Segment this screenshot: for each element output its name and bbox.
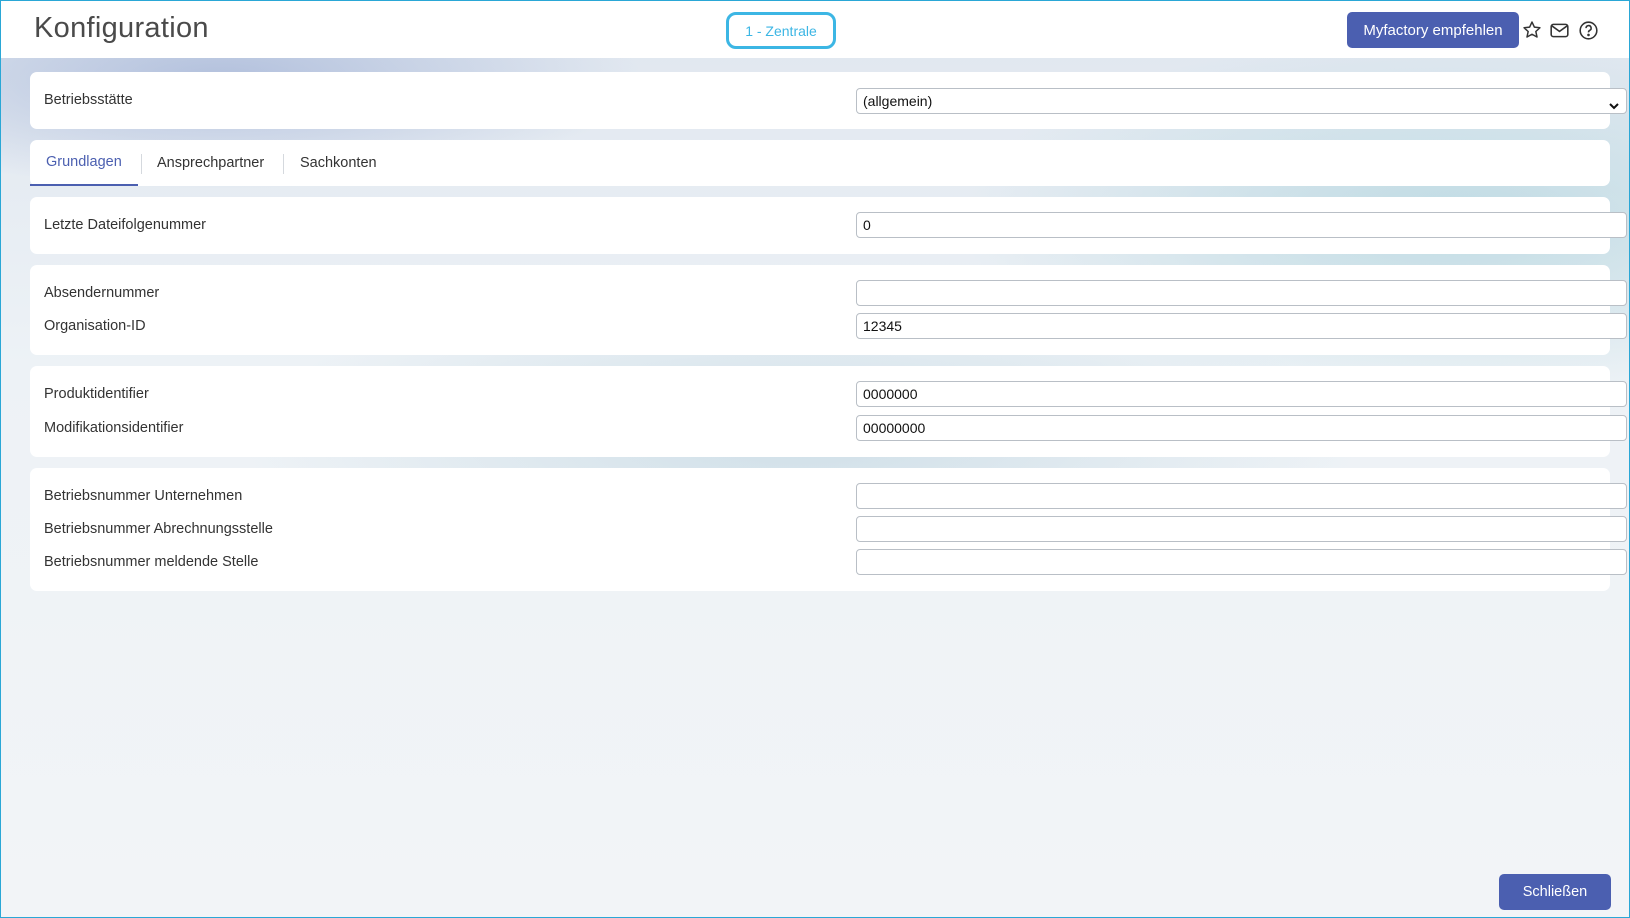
absender-card: Absendernummer Organisation-ID: [30, 265, 1627, 355]
letzte-dateifolgenummer-label: Letzte Dateifolgenummer: [44, 217, 206, 233]
header-bar: Konfiguration 1 - Zentrale Myfactory emp…: [1, 1, 1629, 58]
betriebsstaette-card: Betriebsstätte (allgemein): [30, 72, 1627, 129]
organisation-id-input[interactable]: [856, 313, 1627, 339]
page-title: Konfiguration: [34, 12, 209, 44]
letzte-dateifolgenummer-input[interactable]: [856, 212, 1627, 238]
star-icon[interactable]: [1520, 18, 1544, 42]
close-button[interactable]: Schließen: [1499, 874, 1611, 910]
tab-sachkonten[interactable]: Sachkonten: [284, 140, 393, 186]
betriebsnummer-meldende-stelle-label: Betriebsnummer meldende Stelle: [44, 554, 259, 570]
betriebsnummer-abrechnungsstelle-input[interactable]: [856, 516, 1627, 542]
tab-ansprechpartner[interactable]: Ansprechpartner: [141, 140, 280, 186]
tab-bar: Grundlagen Ansprechpartner Sachkonten: [30, 140, 1610, 186]
identifier-card: Produktidentifier Modifikationsidentifie…: [30, 366, 1627, 457]
betriebsstaette-select[interactable]: (allgemein): [856, 88, 1627, 114]
betriebsnummer-unternehmen-label: Betriebsnummer Unternehmen: [44, 488, 243, 504]
organisation-id-label: Organisation-ID: [44, 318, 146, 334]
help-icon[interactable]: [1576, 18, 1600, 42]
modifikationsidentifier-input[interactable]: [856, 415, 1627, 441]
betriebsnummer-abrechnungsstelle-label: Betriebsnummer Abrechnungsstelle: [44, 521, 273, 537]
window-frame: Konfiguration 1 - Zentrale Myfactory emp…: [0, 0, 1630, 918]
betriebsstaette-selected: (allgemein): [863, 93, 933, 109]
chevron-down-icon: [1608, 95, 1620, 110]
mail-icon[interactable]: [1547, 18, 1571, 42]
absendernummer-input[interactable]: [856, 280, 1627, 306]
produktidentifier-input[interactable]: [856, 381, 1627, 407]
betriebsnummern-card: Betriebsnummer Unternehmen Betriebsnumme…: [30, 468, 1627, 591]
site-badge[interactable]: 1 - Zentrale: [726, 12, 836, 49]
betriebsnummer-meldende-stelle-input[interactable]: [856, 549, 1627, 575]
modifikationsidentifier-label: Modifikationsidentifier: [44, 420, 184, 436]
betriebsnummer-unternehmen-input[interactable]: [856, 483, 1627, 509]
tab-grundlagen[interactable]: Grundlagen: [30, 140, 138, 186]
recommend-button[interactable]: Myfactory empfehlen: [1347, 12, 1519, 48]
absendernummer-label: Absendernummer: [44, 285, 160, 301]
betriebsstaette-label: Betriebsstätte: [44, 92, 133, 108]
produktidentifier-label: Produktidentifier: [44, 386, 149, 402]
datei-card: Letzte Dateifolgenummer: [30, 197, 1627, 254]
